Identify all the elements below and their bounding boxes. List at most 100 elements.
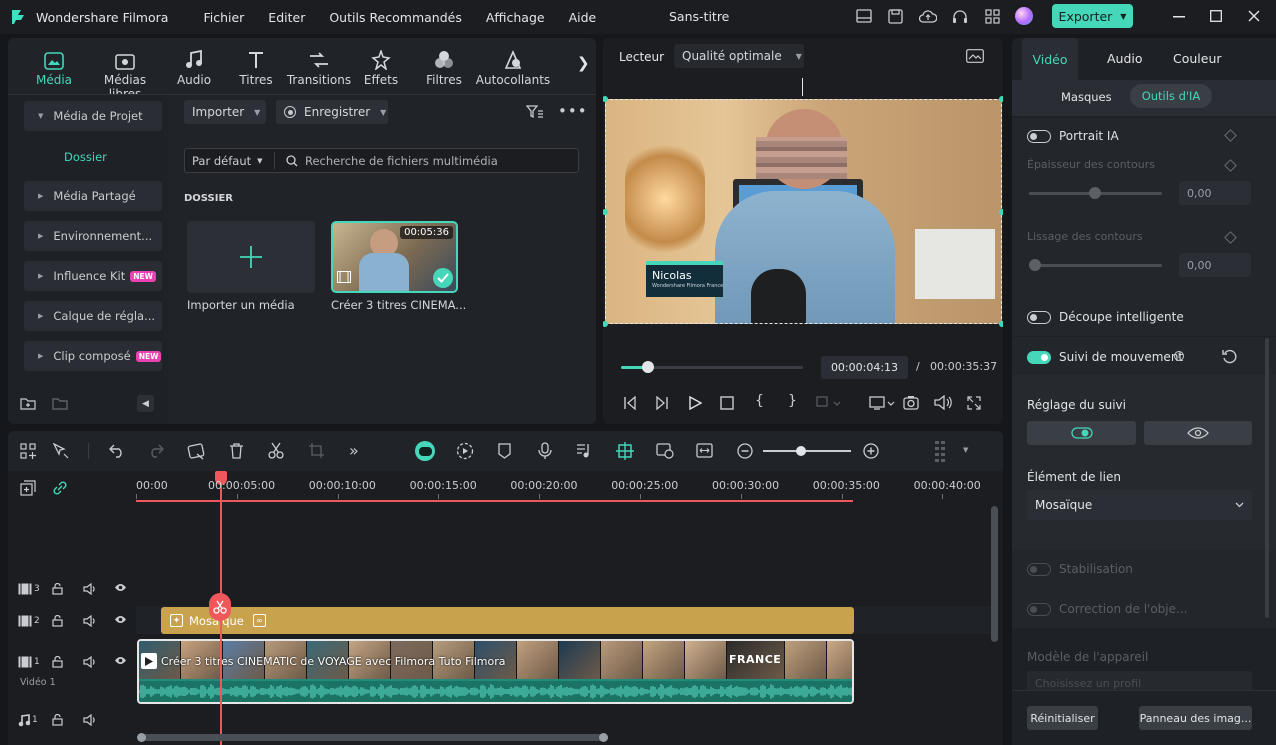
layout-grid-icon[interactable] [20, 443, 36, 459]
mark-in-icon[interactable]: { [755, 393, 764, 409]
menu-outils[interactable]: Outils Recommandés [329, 10, 462, 25]
ai-assistant-icon[interactable] [415, 441, 435, 461]
slider-knob[interactable] [1089, 187, 1101, 199]
search-input[interactable] [305, 151, 565, 171]
cloud-upload-icon[interactable] [919, 9, 937, 24]
timeline-vertical-scrollbar[interactable] [991, 506, 998, 642]
speaker-icon[interactable] [83, 615, 96, 627]
new-folder-icon[interactable] [20, 396, 36, 410]
select-tool-icon[interactable] [52, 443, 70, 459]
folder-icon[interactable] [52, 396, 68, 410]
snapshot-view-icon[interactable] [966, 49, 984, 63]
subtab-ai-tools[interactable]: Outils d'IA [1130, 84, 1212, 108]
eye-icon[interactable] [114, 656, 127, 665]
zoom-slider[interactable] [763, 450, 851, 452]
sidebar-item-project-media[interactable]: ▼ Média de Projet [24, 101, 162, 131]
sidebar-item-folder[interactable]: Dossier [64, 150, 107, 164]
layout-icon[interactable] [856, 9, 872, 23]
scrollbar-start-handle[interactable] [137, 733, 146, 742]
render-preview-icon[interactable] [456, 442, 474, 460]
selection-frame[interactable] [605, 99, 1002, 324]
tab-audio-props[interactable]: Audio [1107, 51, 1143, 66]
media-clip-thumbnail[interactable]: 00:05:36 [331, 221, 458, 293]
stop-icon[interactable] [720, 396, 734, 410]
tab-video[interactable]: Vidéo [1022, 38, 1078, 80]
current-time[interactable]: 00:00:04:13 [821, 356, 908, 379]
playback-progress-knob[interactable] [641, 361, 654, 373]
video-clip[interactable]: FRANCE Créer 3 titres CINEMATIC de VOYAG… [137, 639, 854, 704]
tab-stock-media[interactable]: Médias libres [88, 46, 162, 101]
resize-handle[interactable] [999, 96, 1003, 102]
split-scissors-button[interactable] [209, 593, 231, 621]
resize-handle[interactable] [999, 209, 1003, 215]
scissors-icon[interactable] [268, 442, 284, 459]
sidebar-item-environment[interactable]: ▶ Environnement... [24, 221, 162, 251]
volume-icon[interactable] [934, 395, 952, 410]
lock-icon[interactable] [52, 656, 63, 668]
eye-icon[interactable] [114, 615, 127, 624]
more-tools-icon[interactable]: » [349, 441, 359, 460]
image-panel-button[interactable]: Panneau des imag... [1139, 706, 1252, 730]
snap-magnet-icon[interactable] [616, 442, 634, 460]
motion-tracking-toggle[interactable] [1027, 351, 1051, 364]
record-button[interactable]: Enregistrer ▼ [276, 100, 388, 124]
reset-icon[interactable] [1222, 349, 1237, 364]
lens-correction-toggle[interactable] [1027, 603, 1051, 616]
resize-handle[interactable] [603, 321, 608, 327]
user-avatar[interactable] [1015, 7, 1033, 25]
portrait-ai-toggle[interactable] [1027, 130, 1051, 143]
grid-apps-icon[interactable] [985, 9, 1000, 24]
speaker-icon[interactable] [83, 583, 96, 595]
filter-sort-icon[interactable] [526, 104, 544, 119]
auto-reframe-icon[interactable] [656, 442, 674, 459]
lock-icon[interactable] [52, 714, 63, 726]
stabilization-toggle[interactable] [1027, 563, 1051, 576]
effect-clip-mosaic[interactable]: ✦ Mosaïque ∞ [161, 607, 854, 634]
link-icon[interactable] [52, 480, 68, 496]
delete-icon[interactable] [229, 442, 244, 459]
link-element-dropdown[interactable]: Mosaïque [1027, 490, 1252, 520]
add-track-icon[interactable] [20, 480, 36, 496]
zoom-slider-knob[interactable] [796, 446, 806, 456]
prev-frame-icon[interactable] [623, 396, 637, 410]
subtab-masks[interactable]: Masques [1061, 90, 1112, 104]
speaker-icon[interactable] [83, 714, 96, 726]
sidebar-item-adjustment-layer[interactable]: ▶ Calque de régla... [24, 301, 162, 331]
display-settings-icon[interactable] [869, 396, 895, 410]
preview-tracking-button[interactable] [1144, 421, 1252, 445]
tab-titles[interactable]: Titres [220, 46, 292, 87]
tab-color[interactable]: Couleur [1173, 51, 1222, 66]
zoom-in-icon[interactable] [863, 443, 879, 459]
resize-handle[interactable] [999, 321, 1003, 327]
fullscreen-icon[interactable] [967, 396, 981, 410]
export-button[interactable]: Exporter ▼ [1052, 4, 1133, 28]
music-beat-icon[interactable] [576, 442, 591, 459]
sidebar-item-influence-kit[interactable]: ▶ Influence Kit NEW [24, 261, 162, 291]
smart-cut-toggle[interactable] [1027, 311, 1051, 324]
tab-stickers[interactable]: Autocollants [474, 46, 552, 87]
menu-fichier[interactable]: Fichier [203, 10, 244, 25]
speaker-icon[interactable] [83, 656, 96, 668]
minimize-icon[interactable] [1173, 16, 1185, 18]
tab-effects[interactable]: Effets [345, 46, 417, 87]
undo-icon[interactable] [109, 444, 125, 458]
sidebar-item-compound-clip[interactable]: ▶ Clip composé NEW [24, 341, 162, 371]
eye-icon[interactable] [114, 583, 127, 592]
mark-out-icon[interactable]: } [788, 393, 797, 409]
edge-smooth-slider[interactable] [1029, 264, 1162, 267]
fit-timeline-icon[interactable] [696, 443, 713, 458]
lock-icon[interactable] [52, 615, 63, 627]
tab-media[interactable]: Média [18, 46, 90, 87]
reset-button[interactable]: Réinitialiser [1027, 706, 1098, 730]
collapse-sidebar-button[interactable]: ◀ [137, 395, 154, 412]
camera-snapshot-icon[interactable] [903, 395, 919, 410]
redo-icon[interactable] [148, 444, 164, 458]
slider-knob[interactable] [1029, 259, 1041, 271]
import-button[interactable]: Importer ▼ [184, 100, 266, 124]
help-icon[interactable]: ? [1174, 351, 1184, 361]
crop-icon[interactable] [308, 442, 325, 459]
lock-icon[interactable] [52, 583, 63, 595]
close-icon[interactable] [1248, 10, 1260, 22]
import-media-tile[interactable] [187, 221, 315, 293]
rotate-handle[interactable] [802, 78, 803, 96]
